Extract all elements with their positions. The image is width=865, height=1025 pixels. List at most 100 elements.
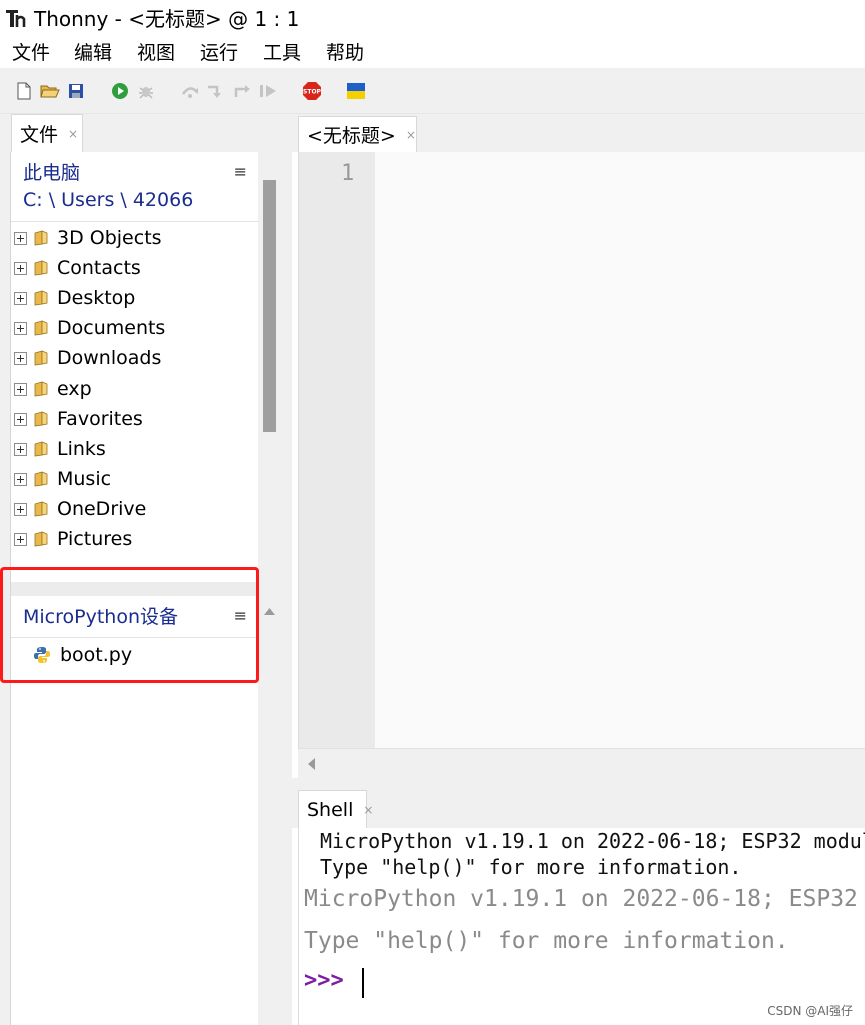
shell-output-line-faded: Type "help()" for more information.: [304, 928, 789, 954]
folder-icon: [34, 290, 48, 306]
tree-item-label: Downloads: [57, 347, 162, 369]
code-editor[interactable]: 1: [298, 152, 865, 748]
tree-item-desktop[interactable]: Desktop: [11, 283, 259, 313]
shell-output-line: MicroPython v1.19.1 on 2022-06-18; ESP32…: [320, 829, 865, 853]
folder-icon: [34, 411, 48, 427]
run-button[interactable]: [110, 81, 130, 101]
tree-item-documents[interactable]: Documents: [11, 313, 259, 343]
ukraine-flag-icon: [347, 83, 365, 99]
tree-item-pictures[interactable]: Pictures: [11, 524, 259, 554]
new-file-icon: [17, 82, 31, 100]
tab-files[interactable]: 文件 ×: [11, 114, 83, 152]
folder-icon: [34, 531, 48, 547]
stop-icon: STOP: [303, 82, 322, 100]
computer-path[interactable]: C: \ Users \ 42066: [23, 187, 193, 213]
tree-item-music[interactable]: Music: [11, 464, 259, 494]
expand-icon[interactable]: [14, 472, 27, 486]
step-out-button[interactable]: [232, 81, 252, 101]
step-into-icon: [208, 85, 221, 98]
text-cursor: [362, 968, 364, 998]
step-out-icon: [234, 85, 250, 97]
open-file-button[interactable]: [40, 81, 60, 101]
menu-edit[interactable]: 编辑: [74, 38, 112, 68]
run-icon: [112, 83, 128, 99]
shell-tab-bar: Shell ×: [292, 778, 865, 828]
folder-icon: [34, 230, 48, 246]
resume-button[interactable]: [258, 81, 278, 101]
editor-tab-bar: <无标题> ×: [292, 114, 865, 152]
expand-icon[interactable]: [14, 231, 27, 245]
thonny-logo-icon: [6, 10, 26, 27]
menu-view[interactable]: 视图: [137, 38, 175, 68]
step-over-button[interactable]: [180, 81, 200, 101]
line-number: 1: [341, 161, 355, 186]
tree-item-favorites[interactable]: Favorites: [11, 404, 259, 434]
tree-item-label: Desktop: [57, 287, 136, 309]
file-browser-scrollbar[interactable]: [263, 180, 276, 432]
expand-icon[interactable]: [14, 261, 27, 275]
expand-icon[interactable]: [14, 321, 27, 335]
save-icon: [69, 84, 83, 98]
tree-item-label: Music: [57, 468, 112, 490]
tab-files-close-icon[interactable]: ×: [68, 127, 78, 141]
menu-run[interactable]: 运行: [200, 38, 238, 68]
tab-shell-label: Shell: [307, 798, 354, 821]
tree-item-3d-objects[interactable]: 3D Objects: [11, 223, 259, 253]
save-button[interactable]: [66, 81, 86, 101]
editor-horizontal-scrollbar[interactable]: [298, 748, 865, 778]
shell-output-line: Type "help()" for more information.: [320, 855, 742, 879]
expand-icon[interactable]: [14, 532, 27, 546]
tree-item-label: exp: [57, 378, 92, 400]
folder-icon: [34, 350, 48, 366]
tree-item-label: Links: [57, 438, 106, 460]
expand-icon[interactable]: [14, 502, 27, 516]
tree-item-onedrive[interactable]: OneDrive: [11, 494, 259, 524]
stop-button[interactable]: STOP: [302, 81, 322, 101]
tree-item-contacts[interactable]: Contacts: [11, 253, 259, 283]
menu-tools[interactable]: 工具: [263, 38, 301, 68]
device-file-label: boot.py: [60, 644, 133, 666]
title-bar: Thonny - <无标题> @ 1 : 1: [0, 0, 865, 38]
collapse-up-arrow-icon[interactable]: [263, 606, 276, 616]
file-browser: 此电脑 C: \ Users \ 42066 ≡ 3D Objects Cont…: [10, 152, 259, 1025]
tab-untitled-close-icon[interactable]: ×: [406, 128, 416, 142]
pane-divider[interactable]: [11, 582, 259, 596]
line-number-gutter: 1: [299, 152, 375, 748]
expand-icon[interactable]: [14, 291, 27, 305]
expand-icon[interactable]: [14, 382, 27, 396]
folder-icon: [34, 441, 48, 457]
folder-icon: [34, 381, 48, 397]
device-menu-icon[interactable]: ≡: [234, 608, 247, 624]
stop-label: STOP: [303, 89, 322, 96]
debug-button[interactable]: [136, 81, 156, 101]
tree-item-exp[interactable]: exp: [11, 374, 259, 404]
tab-shell-close-icon[interactable]: ×: [363, 803, 373, 817]
computer-menu-icon[interactable]: ≡: [234, 164, 247, 180]
tab-untitled[interactable]: <无标题> ×: [298, 116, 417, 152]
menu-help[interactable]: 帮助: [326, 38, 364, 68]
shell-output-line-faded: MicroPython v1.19.1 on 2022-06-18; ESP32…: [304, 886, 858, 912]
expand-icon[interactable]: [14, 412, 27, 426]
expand-icon[interactable]: [14, 442, 27, 456]
device-file-boot-py[interactable]: boot.py: [11, 638, 259, 672]
step-into-button[interactable]: [206, 81, 226, 101]
menu-file[interactable]: 文件: [12, 38, 50, 68]
ukraine-support-button[interactable]: [346, 81, 366, 101]
new-file-button[interactable]: [14, 81, 34, 101]
shell-console[interactable]: MicroPython v1.19.1 on 2022-06-18; ESP32…: [298, 828, 865, 1025]
debug-icon: [139, 87, 153, 99]
tab-shell[interactable]: Shell ×: [298, 790, 373, 828]
tree-item-downloads[interactable]: Downloads: [11, 343, 259, 373]
device-title: MicroPython设备: [23, 606, 178, 628]
open-folder-icon: [40, 85, 60, 98]
tree-item-label: 3D Objects: [57, 227, 162, 249]
scroll-left-arrow-icon[interactable]: [306, 757, 316, 771]
tree-item-label: Contacts: [57, 257, 141, 279]
folder-icon: [34, 501, 48, 517]
expand-icon[interactable]: [14, 351, 27, 365]
tab-files-label: 文件: [20, 124, 59, 146]
tree-item-links[interactable]: Links: [11, 434, 259, 464]
tree-item-label: Favorites: [57, 408, 143, 430]
window-title: Thonny - <无标题> @ 1 : 1: [34, 7, 300, 31]
toolbar: STOP: [0, 68, 865, 114]
